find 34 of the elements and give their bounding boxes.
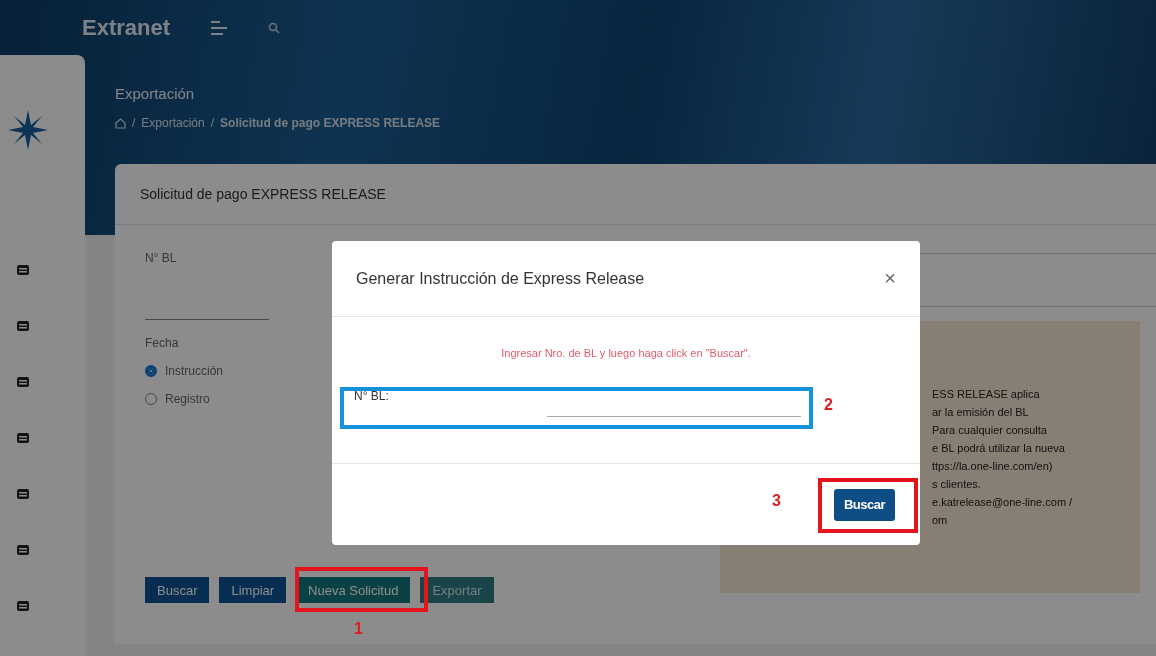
info-text: Para cualquier consulta: [932, 423, 1048, 438]
step-number: 1: [354, 620, 363, 638]
radio-label: Instrucción: [165, 364, 224, 378]
info-text: ttps://la.one-line.com/en): [932, 459, 1054, 474]
card-title: Solicitud de pago EXPRESS RELEASE: [140, 186, 386, 202]
brand-title: Extranet: [82, 14, 171, 41]
step-number: 3: [772, 492, 781, 510]
info-text: e.katrelease@one-line.com /: [932, 495, 1074, 510]
radio-label: Registro: [165, 392, 210, 406]
radio-button[interactable]: [145, 365, 157, 377]
info-text: s clientes.: [932, 477, 982, 492]
breadcrumb-link[interactable]: Exportación: [141, 116, 205, 130]
field-label: N° BL:: [354, 389, 390, 403]
instruction-message: Ingresar Nro. de BL y luego haga click en "Buscar".: [500, 347, 752, 359]
menu-icon[interactable]: [210, 19, 229, 36]
field-label: N° BL: [145, 251, 178, 265]
close-button[interactable]: ×: [884, 267, 896, 290]
info-text: om: [932, 513, 949, 528]
home-icon[interactable]: [115, 117, 126, 129]
info-text: ESS RELEASE aplica: [932, 387, 1041, 402]
action-button[interactable]: Limpiar: [219, 577, 287, 603]
info-text: ar la emisión del BL: [932, 405, 1030, 420]
action-button[interactable]: Buscar: [145, 577, 210, 603]
page-title: Exportación: [115, 85, 196, 102]
step-number: 2: [824, 396, 833, 414]
modal-title: Generar Instrucción de Express Release: [356, 269, 645, 288]
action-button[interactable]: Nueva Solicitud: [296, 577, 411, 603]
info-text: e BL podrá utilizar la nueva: [932, 441, 1066, 456]
search-icon[interactable]: [268, 21, 281, 34]
search-button[interactable]: Buscar: [833, 488, 895, 521]
breadcrumb-separator: /: [210, 116, 215, 130]
breadcrumb-link[interactable]: Solicitud de pago EXPRESS RELEASE: [220, 116, 441, 130]
field-label: Fecha: [145, 336, 180, 350]
breadcrumb-separator: /: [132, 116, 136, 130]
